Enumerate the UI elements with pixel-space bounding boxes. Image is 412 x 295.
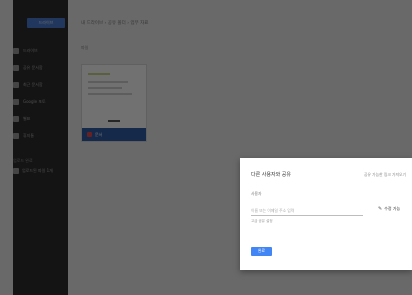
people-input[interactable]	[251, 205, 363, 216]
advanced-settings-link[interactable]: 고급 공유 설정	[251, 219, 273, 224]
pencil-icon: ✎	[378, 206, 383, 212]
get-link-button[interactable]: 공유 가능한 링크 가져오기	[364, 172, 406, 178]
permission-dropdown[interactable]: ✎ 수정 가능	[378, 206, 400, 212]
done-button[interactable]: 완료	[251, 247, 272, 256]
permission-label: 수정 가능	[384, 206, 401, 211]
share-dialog: 다른 사용자와 공유 공유 가능한 링크 가져오기 사용자 ✎ 수정 가능 고급…	[240, 158, 412, 270]
people-field-label: 사용자	[251, 191, 262, 196]
dialog-title: 다른 사용자와 공유	[251, 172, 291, 178]
